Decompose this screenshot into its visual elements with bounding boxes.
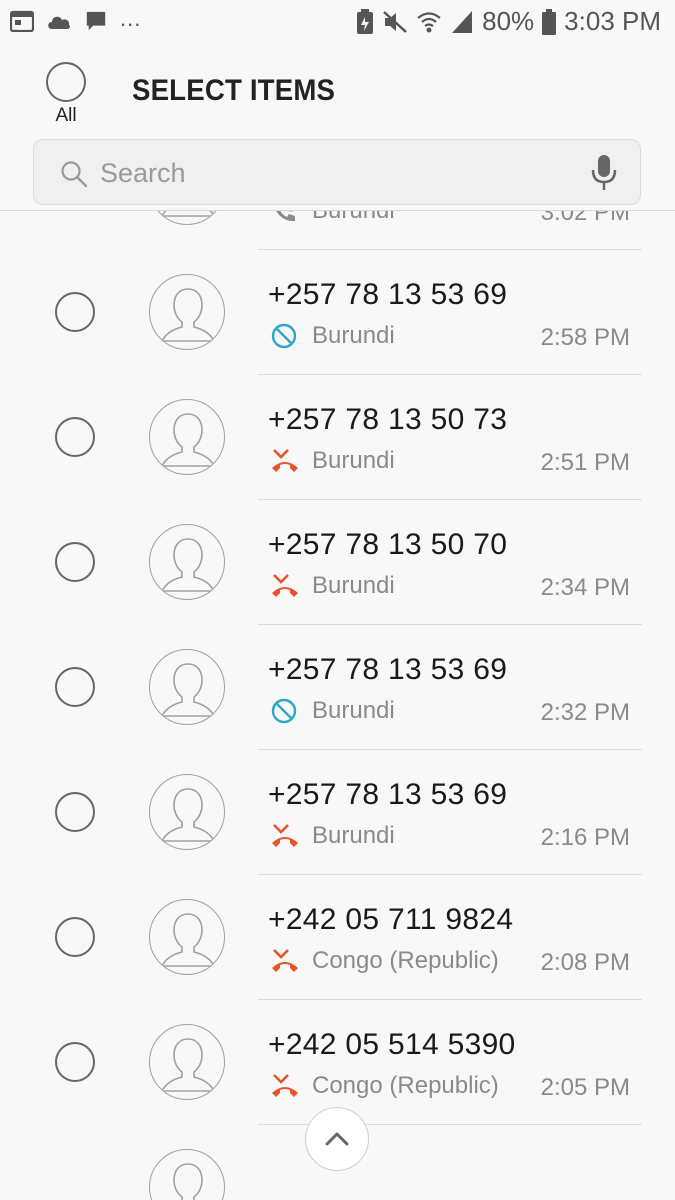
call-log-row[interactable]: +257 78 13 50 70Burundi3:02 PM: [0, 211, 675, 250]
phone-number: +257 78 13 50 73: [268, 403, 508, 436]
scroll-to-top-button[interactable]: [305, 1107, 369, 1171]
battery-percent: 80%: [482, 6, 535, 36]
status-bar: ... 80% 3:03 PM: [0, 0, 675, 46]
avatar: [149, 524, 225, 600]
missed-call-icon: [270, 448, 300, 474]
phone-number: +257 78 13 53 69: [268, 778, 508, 811]
cloud-icon: [48, 16, 71, 29]
phone-number: +257 78 13 50 70: [268, 528, 508, 561]
chevron-up-icon: [325, 1132, 349, 1146]
wifi-icon: [417, 11, 441, 32]
call-time: 2:32 PM: [540, 699, 630, 726]
rejected-call-icon: [270, 698, 300, 724]
call-country: Burundi: [312, 322, 395, 349]
call-log-row[interactable]: +257 78 13 53 69 Burundi 2:58 PM: [0, 250, 675, 375]
call-meta: Congo (Republic): [270, 947, 499, 975]
call-time: 3:02 PM: [540, 211, 630, 226]
select-all-toggle[interactable]: All: [44, 62, 88, 127]
call-log-list[interactable]: +257 78 13 50 70 Burundi 3:02 PM +257 78 13…: [0, 211, 675, 1200]
call-log-row[interactable]: +257 78 13 53 69 Burundi 2:32 PM: [0, 625, 675, 750]
call-country: Burundi: [312, 822, 395, 849]
battery-saver-icon: [357, 8, 374, 34]
call-country: Burundi: [312, 697, 395, 724]
call-country: Burundi: [312, 211, 395, 225]
call-country: Burundi: [312, 447, 395, 474]
row-checkbox[interactable]: [55, 667, 95, 707]
call-meta: Burundi: [270, 211, 395, 225]
avatar: [149, 649, 225, 725]
call-meta: Burundi: [270, 447, 395, 475]
row-checkbox[interactable]: [55, 792, 95, 832]
call-meta: Burundi: [270, 572, 395, 600]
more-notifications: ...: [120, 6, 142, 31]
calendar-icon: [10, 10, 34, 32]
avatar: [149, 1024, 225, 1100]
mute-icon: [383, 10, 407, 33]
page-title: SELECT ITEMS: [132, 74, 336, 107]
avatar: [149, 211, 225, 225]
missed-call-icon: [270, 823, 300, 849]
call-country: Congo (Republic): [312, 947, 499, 974]
mic-icon[interactable]: [590, 154, 618, 192]
call-meta: Burundi: [270, 822, 395, 850]
call-time: 2:16 PM: [540, 824, 630, 851]
select-all-checkbox[interactable]: [46, 62, 86, 102]
phone-number: +242 05 514 5390: [268, 1028, 516, 1061]
signal-icon: [452, 10, 473, 33]
row-checkbox[interactable]: [55, 417, 95, 457]
missed-call-icon: [270, 1073, 300, 1099]
call-time: 2:08 PM: [540, 949, 630, 976]
avatar: [149, 774, 225, 850]
call-meta: Burundi: [270, 322, 395, 350]
row-checkbox[interactable]: [55, 542, 95, 582]
search-bar[interactable]: [33, 139, 641, 205]
call-country: Burundi: [312, 572, 395, 599]
call-country: Congo (Republic): [312, 1072, 499, 1099]
call-time: 2:05 PM: [540, 1074, 630, 1101]
call-time: 2:34 PM: [540, 574, 630, 601]
row-checkbox[interactable]: [55, 1042, 95, 1082]
call-log-row[interactable]: +257 78 13 53 69 Burundi 2:16 PM: [0, 750, 675, 875]
phone-number: +242 05 711 9824: [268, 903, 514, 936]
call-log-row[interactable]: +242 05 711 9824 Congo (Republic) 2:08 PM: [0, 875, 675, 1000]
call-log-row[interactable]: +257 78 13 50 73 Burundi 2:51 PM: [0, 375, 675, 500]
phone-number: +257 78 13 53 69: [268, 653, 508, 686]
row-checkbox[interactable]: [55, 917, 95, 957]
row-checkbox[interactable]: [55, 292, 95, 332]
call-meta: Congo (Republic): [270, 1072, 499, 1100]
header: All SELECT ITEMS: [0, 46, 675, 136]
search-input[interactable]: [100, 154, 580, 192]
call-time: 2:58 PM: [540, 324, 630, 351]
battery-icon: [542, 8, 557, 35]
call-log-row[interactable]: +257 78 13 50 70 Burundi 2:34 PM: [0, 500, 675, 625]
select-all-label: All: [55, 105, 77, 126]
call-time: 2:51 PM: [540, 449, 630, 476]
search-icon: [61, 161, 88, 188]
avatar: [149, 399, 225, 475]
status-time: 3:03 PM: [564, 6, 661, 36]
missed-call-icon: [270, 573, 300, 599]
avatar: [149, 899, 225, 975]
avatar: [149, 274, 225, 350]
blocked-phone-icon: [270, 211, 300, 224]
message-icon: [86, 11, 106, 31]
missed-call-icon: [270, 948, 300, 974]
avatar: [149, 1149, 225, 1200]
phone-number: +257 78 13 53 69: [268, 278, 508, 311]
call-meta: Burundi: [270, 697, 395, 725]
rejected-call-icon: [270, 323, 300, 349]
